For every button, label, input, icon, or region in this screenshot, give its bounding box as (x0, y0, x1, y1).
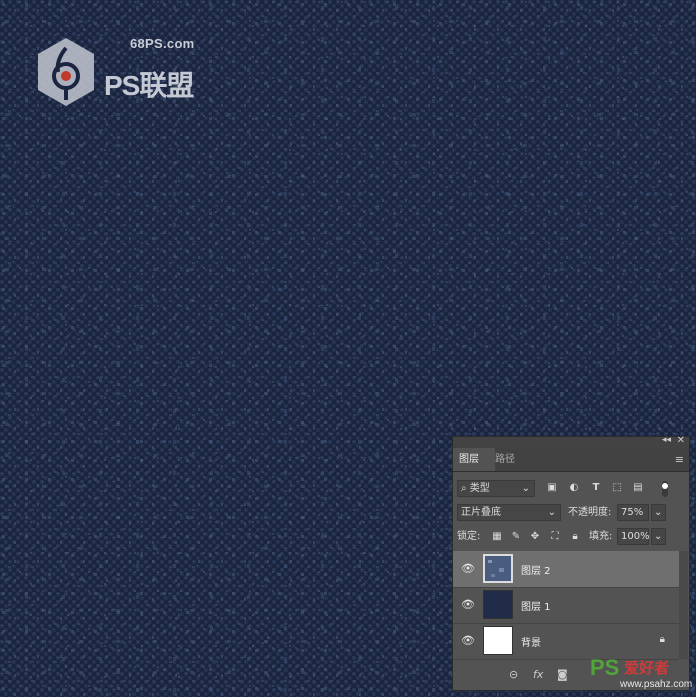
layer-name[interactable]: 图层 2 (521, 562, 551, 577)
fx-icon[interactable]: fx (533, 668, 543, 681)
filter-kind-select[interactable]: ⌕ 类型 ⌄ (457, 480, 535, 497)
site-url: www.psahz.com (620, 679, 693, 690)
lock-artboard-icon[interactable]: ⛶ (548, 530, 562, 544)
layers-panel: ◂◂ ✕ 图层 路径 ≡ ⌕ 类型 ⌄ ▣ ◐ T ⬚ ▤ 正片叠底 ⌄ 不透明… (452, 435, 690, 691)
close-icon[interactable]: ✕ (677, 435, 685, 446)
smart-object-filter-icon[interactable]: ▤ (631, 481, 645, 495)
image-filter-icon[interactable]: ▣ (545, 481, 559, 495)
fill-input[interactable]: 100% (617, 528, 650, 545)
shape-filter-icon[interactable]: ⬚ (610, 481, 624, 495)
watermark-brand: PS联盟 (104, 70, 194, 101)
site-logo-ps: PS (590, 655, 620, 680)
lock-row: 锁定: ▦ ✎ ✥ ⛶ 🔒︎ 填充: 100% ⌄ (453, 527, 689, 547)
type-filter-icon[interactable]: T (589, 481, 603, 495)
opacity-label: 不透明度: (568, 507, 612, 518)
panel-title-bar: ◂◂ ✕ (453, 435, 689, 448)
tab-paths[interactable]: 路径 (489, 448, 521, 471)
filter-kind-label: 类型 (469, 483, 490, 494)
layer-name[interactable]: 图层 1 (521, 598, 551, 613)
chevron-down-icon: ⌄ (547, 507, 556, 518)
watermark: 68PS.com PS联盟 (34, 36, 214, 108)
fill-label: 填充: (589, 531, 613, 542)
adjustment-filter-icon[interactable]: ◐ (567, 481, 581, 495)
site-logo-cn: 爱好者 (624, 659, 670, 677)
opacity-dropdown-button[interactable]: ⌄ (651, 504, 666, 521)
watermark-domain: 68PS.com (130, 36, 195, 51)
blend-row: 正片叠底 ⌄ 不透明度: 75% ⌄ (453, 503, 689, 523)
lock-position-icon[interactable]: ✥ (528, 530, 542, 544)
layer-thumbnail[interactable] (483, 626, 513, 655)
layer-thumbnail[interactable] (483, 554, 513, 583)
site-logo: PS 爱好者 www.psahz.com (590, 655, 694, 695)
layer-name[interactable]: 背景 (521, 634, 541, 649)
blend-mode-value: 正片叠底 (461, 507, 501, 518)
layer-thumbnail[interactable] (483, 590, 513, 619)
chevron-down-icon: ⌄ (521, 483, 530, 494)
panel-menu-icon[interactable]: ≡ (675, 453, 684, 466)
lock-image-icon[interactable]: ✎ (509, 530, 523, 544)
visibility-eye-icon[interactable]: 👁︎ (461, 563, 475, 575)
link-icon[interactable]: ⊝ (509, 668, 518, 681)
visibility-eye-icon[interactable]: 👁︎ (461, 635, 475, 647)
blend-mode-select[interactable]: 正片叠底 ⌄ (457, 504, 561, 521)
layers-scrollbar[interactable] (679, 551, 688, 659)
lock-transparent-icon[interactable]: ▦ (490, 530, 504, 544)
layer-row-1[interactable]: 👁︎ 图层 1 (453, 587, 679, 624)
collapse-icon[interactable]: ◂◂ (662, 435, 671, 445)
chevron-down-icon: ⌄ (654, 507, 663, 518)
search-icon: ⌕ (461, 483, 467, 494)
layer-row-2[interactable]: 👁︎ 图层 2 (453, 551, 679, 588)
lock-all-icon[interactable]: 🔒︎ (568, 530, 582, 544)
toggle-filter-icon[interactable] (658, 481, 672, 497)
filter-row: ⌕ 类型 ⌄ ▣ ◐ T ⬚ ▤ (453, 479, 689, 499)
panel-tabs: 图层 路径 ≡ (453, 448, 689, 472)
fill-dropdown-button[interactable]: ⌄ (651, 528, 666, 545)
lock-label: 锁定: (457, 531, 481, 542)
opacity-input[interactable]: 75% (617, 504, 649, 521)
layer-lock-icon: 🔒︎ (659, 634, 665, 645)
mask-icon[interactable]: ◙ (557, 668, 568, 681)
chevron-down-icon: ⌄ (654, 531, 663, 542)
visibility-eye-icon[interactable]: 👁︎ (461, 599, 475, 611)
ps-union-logo-icon (38, 38, 94, 106)
